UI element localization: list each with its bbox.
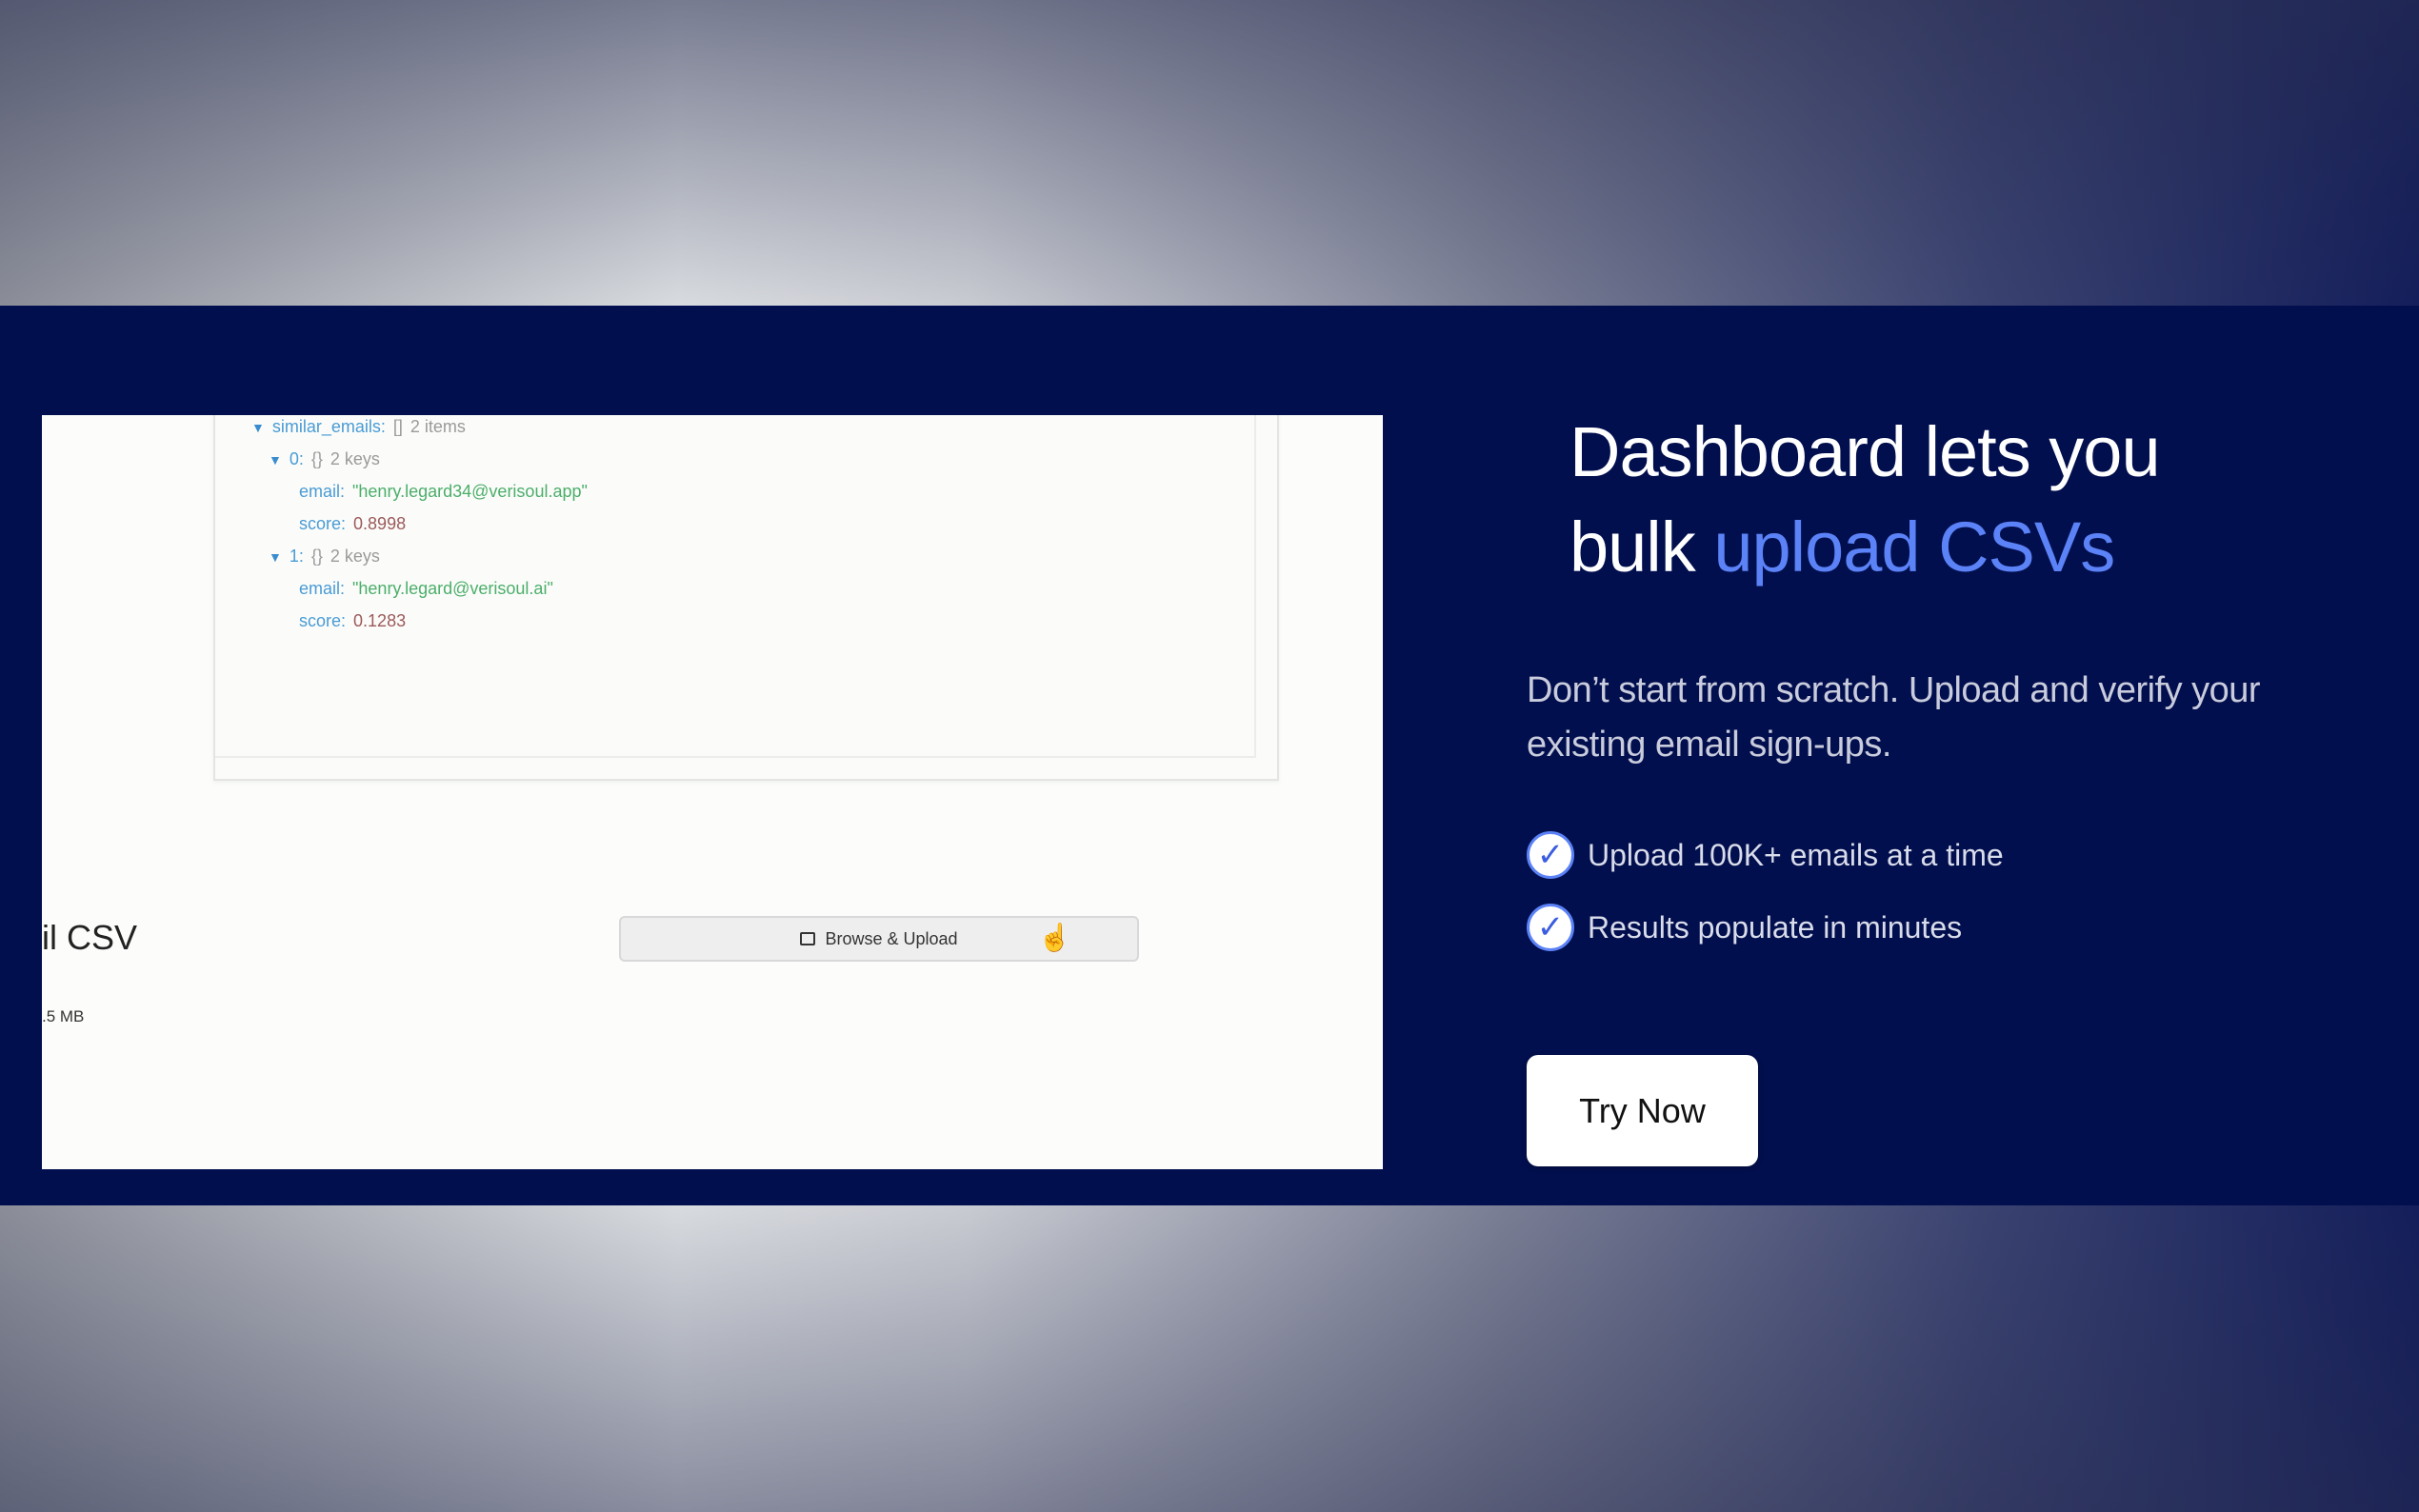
upload-icon	[800, 932, 816, 945]
feature-item: ✓ Upload 100K+ emails at a time	[1527, 831, 2004, 879]
collapse-triangle-icon[interactable]: ▼	[269, 549, 282, 565]
json-index: 0:	[289, 449, 304, 468]
check-icon: ✓	[1527, 904, 1574, 951]
try-now-button[interactable]: Try Now	[1527, 1055, 1758, 1166]
json-count: 2 keys	[330, 449, 380, 468]
json-entry-row: ▼ 1: {} 2 keys	[269, 547, 380, 567]
section-headline: Dashboard lets you bulk upload CSVs	[1569, 405, 2331, 595]
json-root-row: ▼ similar_emails: [] 2 items	[251, 417, 466, 437]
csv-upload-title: il CSV	[42, 918, 138, 957]
json-entry-row: ▼ 0: {} 2 keys	[269, 449, 380, 469]
json-score-row: score: 0.8998	[299, 514, 406, 534]
background-bottom	[0, 1205, 2419, 1512]
json-email-row: email: "henry.legard34@verisoul.app"	[299, 482, 588, 502]
hand-cursor-icon: ☝	[1038, 923, 1071, 952]
json-number-value: 0.8998	[353, 514, 407, 533]
json-viewer: ▼ similar_emails: [] 2 items ▼ 0: {} 2 k…	[213, 415, 1279, 781]
collapse-triangle-icon[interactable]: ▼	[251, 420, 265, 435]
json-bracket: []	[392, 417, 403, 436]
browse-upload-label: Browse & Upload	[825, 928, 958, 948]
csv-size-limit: .5 MB	[42, 1007, 85, 1025]
dashboard-screenshot: ▼ similar_emails: [] 2 items ▼ 0: {} 2 k…	[42, 415, 1383, 1169]
json-count: 2 keys	[330, 547, 380, 566]
json-score-row: score: 0.1283	[299, 611, 406, 631]
json-string-value: "henry.legard34@verisoul.app"	[352, 482, 588, 501]
section-description: Don’t start from scratch. Upload and ver…	[1527, 670, 2261, 765]
json-bracket: {}	[310, 449, 323, 468]
headline-line-2: bulk upload CSVs	[1569, 500, 2331, 595]
json-number-value: 0.1283	[353, 611, 407, 630]
json-email-row: email: "henry.legard@verisoul.ai"	[299, 579, 553, 599]
background-top	[0, 0, 2419, 306]
json-key: email:	[299, 482, 346, 501]
json-key: similar_emails:	[271, 417, 386, 436]
check-icon: ✓	[1527, 831, 1574, 879]
feature-label: Results populate in minutes	[1588, 909, 1963, 945]
json-key: score:	[299, 611, 347, 630]
json-bracket: {}	[310, 547, 323, 566]
json-key: score:	[299, 514, 347, 533]
json-key: email:	[299, 579, 346, 598]
feature-label: Upload 100K+ emails at a time	[1588, 837, 2004, 872]
collapse-triangle-icon[interactable]: ▼	[269, 452, 282, 468]
json-index: 1:	[289, 547, 304, 566]
feature-item: ✓ Results populate in minutes	[1527, 904, 1962, 951]
json-count: 2 items	[410, 417, 466, 436]
json-string-value: "henry.legard@verisoul.ai"	[352, 579, 553, 598]
headline-accent: upload CSVs	[1713, 507, 2115, 587]
headline-plain: bulk	[1569, 507, 1714, 587]
headline-line-1: Dashboard lets you	[1569, 412, 2161, 491]
